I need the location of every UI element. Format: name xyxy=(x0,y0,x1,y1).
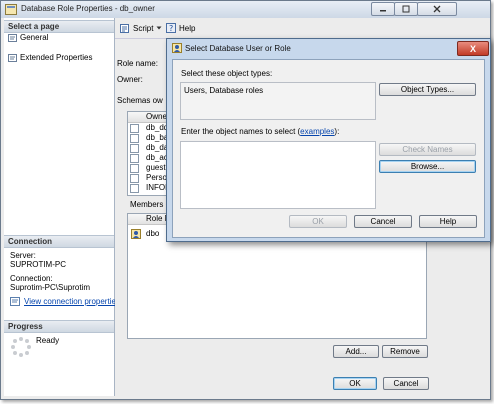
connection-header: Connection xyxy=(4,235,114,248)
help-icon: ? xyxy=(166,23,176,33)
schema-name: db_ba xyxy=(146,133,169,142)
checkbox[interactable] xyxy=(130,154,139,163)
object-types-label: Select these object types: xyxy=(181,69,273,78)
server-value: SUPROTIM-PC xyxy=(10,260,66,269)
server-label: Server: xyxy=(10,251,36,260)
object-names-label: Enter the object names to select (exampl… xyxy=(181,127,339,136)
page-item-extended-properties[interactable]: Extended Properties xyxy=(4,53,126,63)
window-app-icon xyxy=(5,4,17,15)
object-types-value: Users, Database roles xyxy=(184,86,264,95)
add-member-button[interactable]: Add... xyxy=(333,345,379,358)
checkbox[interactable] xyxy=(130,134,139,143)
progress-spinner-icon xyxy=(11,337,31,357)
ok-button[interactable]: OK xyxy=(333,377,377,390)
checkbox[interactable] xyxy=(130,164,139,173)
dialog-ok-button[interactable]: OK xyxy=(289,215,347,228)
minimize-button[interactable] xyxy=(371,2,395,16)
script-label: Script xyxy=(133,23,154,33)
object-names-input[interactable] xyxy=(180,141,376,209)
help-label: Help xyxy=(179,23,196,33)
schemas-owned-label: Schemas ow xyxy=(117,96,163,105)
owner-label: Owner: xyxy=(117,75,143,84)
dialog-user-icon xyxy=(172,43,182,53)
chevron-down-icon xyxy=(156,26,162,30)
object-types-button[interactable]: Object Types... xyxy=(379,83,476,96)
user-icon xyxy=(131,229,141,239)
window-close-button[interactable] xyxy=(417,2,457,16)
schema-name: guest xyxy=(146,163,166,172)
left-pane: Select a page General Extended Propertie… xyxy=(4,18,120,396)
dialog-cancel-button[interactable]: Cancel xyxy=(354,215,412,228)
progress-header: Progress xyxy=(4,320,114,333)
svg-text:?: ? xyxy=(169,24,173,33)
dialog-close-button[interactable]: X xyxy=(457,41,489,56)
maximize-button[interactable] xyxy=(394,2,418,16)
page-item-general[interactable]: General xyxy=(4,33,126,43)
minimize-icon xyxy=(380,10,386,12)
checkbox[interactable] xyxy=(130,124,139,133)
object-names-label-suffix: ): xyxy=(334,127,340,136)
connection-value: Suprotim-PC\Suprotim xyxy=(10,283,91,292)
select-page-header: Select a page xyxy=(4,20,114,33)
checkbox[interactable] xyxy=(130,144,139,153)
progress-status: Ready xyxy=(36,336,60,345)
connection-properties-icon xyxy=(10,297,20,306)
checkbox[interactable] xyxy=(130,184,139,193)
examples-link[interactable]: examples xyxy=(300,127,334,136)
schema-name: db_da xyxy=(146,143,169,152)
checkbox[interactable] xyxy=(130,174,139,183)
close-icon: X xyxy=(469,43,476,54)
maximize-icon xyxy=(402,5,410,13)
title-bar: Database Role Properties - db_owner xyxy=(1,1,490,18)
connection-label: Connection: xyxy=(10,274,53,283)
help-toolbar-button[interactable]: ? Help xyxy=(166,23,195,33)
script-button[interactable]: Script xyxy=(120,23,162,33)
member-name: dbo xyxy=(146,229,160,238)
close-icon xyxy=(433,5,441,13)
script-icon xyxy=(120,24,129,33)
page-icon xyxy=(8,54,17,62)
object-types-field: Users, Database roles xyxy=(180,82,376,120)
window-title: Database Role Properties - db_owner xyxy=(21,4,155,13)
select-database-user-or-role-dialog: Select Database User or Role X Select th… xyxy=(166,38,491,242)
schema-name: db_dd xyxy=(146,123,169,132)
dialog-body: Select these object types: Users, Databa… xyxy=(172,59,485,238)
role-name-label: Role name: xyxy=(117,59,158,68)
remove-member-button[interactable]: Remove xyxy=(382,345,428,358)
view-connection-properties-link[interactable]: View connection properties xyxy=(24,297,120,306)
dialog-help-button[interactable]: Help xyxy=(419,215,477,228)
browse-button[interactable]: Browse... xyxy=(379,160,476,173)
page-item-label: General xyxy=(20,33,49,42)
cancel-button[interactable]: Cancel xyxy=(383,377,429,390)
check-names-button[interactable]: Check Names xyxy=(379,143,476,156)
object-names-label-prefix: Enter the object names to select ( xyxy=(181,127,301,136)
page-icon xyxy=(8,34,17,42)
toolbar: Script ? Help xyxy=(115,18,489,39)
schema-name: db_ac xyxy=(146,153,168,162)
dialog-title: Select Database User or Role xyxy=(185,44,291,53)
page-item-label: Extended Properties xyxy=(20,53,93,62)
